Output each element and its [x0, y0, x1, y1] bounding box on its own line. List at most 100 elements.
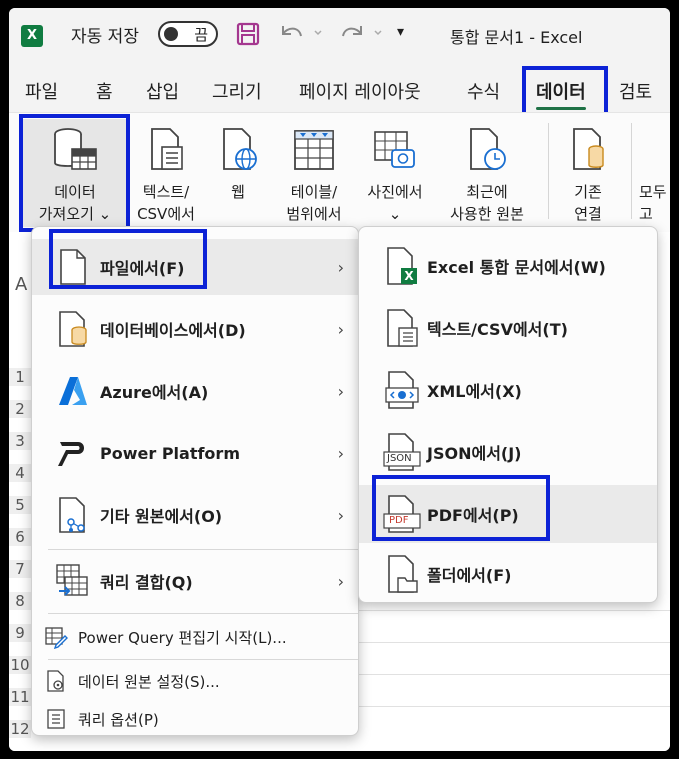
- text-csv-icon: [387, 309, 418, 347]
- more-label-2: 고: [639, 205, 653, 223]
- submenu-item-from-json[interactable]: JSON JSON에서(J): [359, 423, 657, 481]
- row-header[interactable]: 12: [9, 720, 31, 738]
- toggle-knob: [164, 27, 178, 41]
- menu-item-power-platform[interactable]: Power Platform ›: [32, 425, 358, 481]
- row-header[interactable]: 8: [9, 592, 31, 610]
- submenu-item-from-workbook[interactable]: X Excel 통합 문서에서(W): [359, 237, 657, 295]
- menu-separator: [48, 613, 358, 614]
- tab-formulas[interactable]: 수식: [467, 78, 500, 104]
- submenu-item-from-xml[interactable]: XML에서(X): [359, 361, 657, 419]
- undo-icon[interactable]: [277, 22, 325, 44]
- tab-page-layout[interactable]: 페이지 레이아웃: [299, 78, 421, 104]
- row-header[interactable]: 11: [9, 688, 31, 706]
- table-range-label-1: 테이블/: [290, 183, 338, 201]
- pdf-file-icon: [383, 495, 421, 533]
- xml-file-icon: [385, 371, 419, 409]
- menu-item-combine-queries[interactable]: 쿼리 결합(Q) ›: [32, 553, 358, 609]
- excel-logo: X: [21, 25, 43, 47]
- menu-item-from-database[interactable]: 데이터베이스에서(D) ›: [32, 301, 358, 357]
- tab-draw[interactable]: 그리기: [212, 78, 262, 104]
- row-header[interactable]: 2: [9, 400, 31, 418]
- chevron-right-icon: ›: [337, 381, 344, 401]
- existing-connections-button[interactable]: 기존 연결: [555, 119, 621, 227]
- from-database-label: 데이터베이스에서(D): [100, 321, 246, 340]
- row-header[interactable]: 4: [9, 464, 31, 482]
- menu-separator: [48, 659, 358, 660]
- ribbon-separator-2: [631, 123, 632, 219]
- from-picture-button[interactable]: 사진에서 ⌄: [357, 119, 433, 227]
- ribbon-separator: [548, 123, 549, 219]
- chevron-right-icon: ›: [337, 443, 344, 463]
- other-sources-icon: [59, 497, 85, 533]
- recent-clock-icon: [470, 128, 506, 170]
- from-file-label: 파일에서(F): [100, 259, 185, 278]
- autosave-toggle[interactable]: 끔: [158, 21, 218, 47]
- document-title: 통합 문서1 - Excel: [450, 28, 583, 47]
- chevron-right-icon: ›: [337, 571, 344, 591]
- menu-item-data-source-settings[interactable]: 데이터 원본 설정(S)...: [32, 663, 358, 699]
- text-csv-label-2: CSV에서: [137, 205, 195, 223]
- from-text-csv-label: 텍스트/CSV에서(T): [427, 320, 568, 339]
- menu-item-from-file[interactable]: 파일에서(F) ›: [32, 239, 358, 295]
- table-icon: [294, 130, 334, 170]
- get-data-button[interactable]: 데이터 가져오기 ⌄: [23, 119, 127, 227]
- pdf-badge: PDF: [389, 515, 409, 526]
- menu-item-from-other-sources[interactable]: 기타 원본에서(O) ›: [32, 487, 358, 543]
- tab-insert[interactable]: 삽입: [146, 78, 179, 104]
- tab-file[interactable]: 파일: [25, 78, 58, 104]
- autosave-label: 자동 저장: [71, 27, 139, 47]
- text-csv-label-1: 텍스트/: [142, 183, 190, 201]
- submenu-item-from-text-csv[interactable]: 텍스트/CSV에서(T): [359, 299, 657, 357]
- from-table-range-button[interactable]: 테이블/ 범위에서: [275, 119, 353, 227]
- existing-connections-label-1: 기존: [574, 183, 602, 201]
- from-workbook-label: Excel 통합 문서에서(W): [427, 258, 606, 277]
- submenu-item-from-folder[interactable]: 폴더에서(F): [359, 547, 657, 601]
- tab-home[interactable]: 홈: [96, 78, 113, 104]
- menu-item-from-azure[interactable]: Azure에서(A) ›: [32, 363, 358, 419]
- combine-queries-label: 쿼리 결합(Q): [100, 573, 193, 592]
- menu-item-query-options[interactable]: 쿼리 옵션(P): [32, 703, 358, 735]
- get-data-label-2: 가져오기 ⌄: [38, 205, 112, 223]
- from-web-button[interactable]: 웹: [213, 119, 263, 227]
- from-text-csv-button[interactable]: 텍스트/ CSV에서: [131, 119, 201, 227]
- get-data-label-1: 데이터: [54, 183, 96, 201]
- from-picture-label-1: 사진에서: [367, 183, 423, 201]
- row-header[interactable]: 1: [9, 368, 31, 386]
- from-file-submenu: X Excel 통합 문서에서(W) 텍스트/CSV에서(T) XML에서(X)…: [358, 226, 658, 603]
- row-header[interactable]: 6: [9, 528, 31, 546]
- recent-sources-label-1: 최근에: [466, 183, 508, 201]
- tab-review[interactable]: 검토: [619, 78, 652, 104]
- redo-icon[interactable]: [337, 22, 385, 44]
- existing-connections-label-2: 연결: [574, 205, 602, 223]
- submenu-item-from-pdf[interactable]: PDF PDF에서(P): [359, 485, 657, 543]
- qat-customize-icon[interactable]: ▾: [397, 24, 404, 40]
- menu-separator: [48, 549, 358, 550]
- recent-sources-label-2: 사용한 원본: [450, 205, 524, 223]
- ribbon: 데이터 가져오기 ⌄ 텍스트/ CSV에서 웹 테이블/ 범위에서 사진에서 ⌄…: [9, 112, 670, 233]
- table-range-label-2: 범위에서: [286, 205, 342, 223]
- refresh-all-button[interactable]: 모두 고: [639, 119, 670, 227]
- row-header[interactable]: 9: [9, 624, 31, 642]
- excel-window: X 자동 저장 끔 ▾ 통합 문서1 - Excel 파일 홈 삽입 그리기 페: [9, 8, 670, 751]
- chevron-right-icon: ›: [337, 319, 344, 339]
- folder-file-icon: [388, 555, 418, 593]
- row-header[interactable]: 5: [9, 496, 31, 514]
- get-data-menu: 파일에서(F) › 데이터베이스에서(D) › Azure에서(A) › Pow…: [31, 226, 359, 736]
- menu-item-launch-pq-editor[interactable]: Power Query 편집기 시작(L)...: [32, 617, 358, 657]
- row-header[interactable]: 10: [9, 656, 31, 674]
- web-globe-icon: [223, 128, 257, 170]
- from-pdf-label: PDF에서(P): [427, 506, 519, 525]
- pq-editor-icon: [45, 627, 68, 649]
- title-bar: X 자동 저장 끔 ▾ 통합 문서1 - Excel: [9, 8, 670, 60]
- from-folder-label: 폴더에서(F): [427, 566, 512, 585]
- text-file-icon: [151, 128, 183, 170]
- save-icon[interactable]: [236, 22, 260, 46]
- row-header[interactable]: 3: [9, 432, 31, 450]
- from-picture-label-2: ⌄: [388, 205, 402, 223]
- chevron-right-icon: ›: [337, 257, 344, 277]
- from-xml-label: XML에서(X): [427, 382, 522, 401]
- row-header[interactable]: 7: [9, 560, 31, 578]
- more-label-1: 모두: [639, 183, 667, 201]
- tab-data[interactable]: 데이터: [536, 78, 586, 110]
- recent-sources-button[interactable]: 최근에 사용한 원본: [437, 119, 537, 227]
